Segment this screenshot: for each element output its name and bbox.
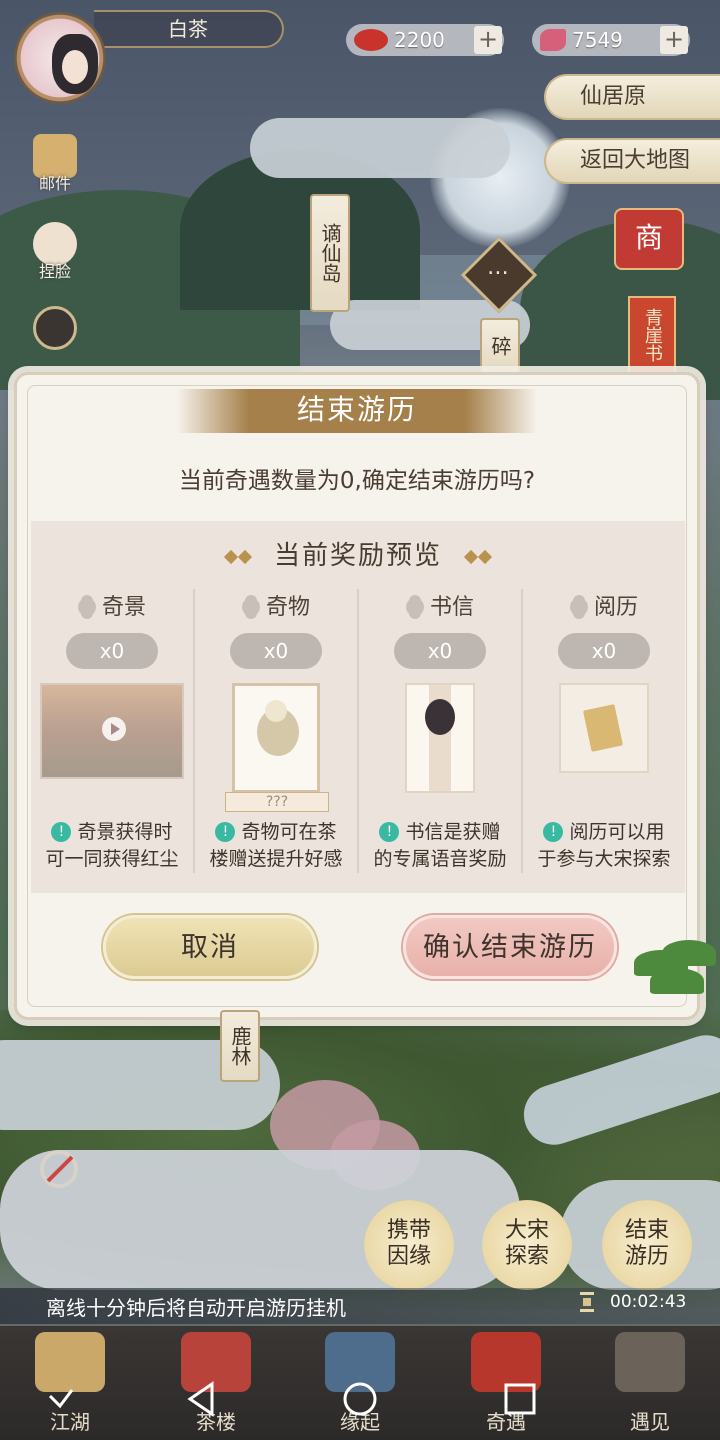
reward-name: 奇物 <box>265 595 310 620</box>
reward-scenery: 奇景 x0 ! 奇景获得时 可一同获得红尘 <box>31 589 193 873</box>
reward-count: x0 <box>394 633 486 669</box>
crest-icon <box>33 306 77 350</box>
player-name[interactable]: 白茶 <box>94 10 284 48</box>
return-map-button[interactable]: 返回大地图 <box>544 138 720 184</box>
song-explore-button[interactable]: 大宋 探索 <box>482 1200 572 1290</box>
map-label-forest[interactable]: 鹿林 <box>220 1010 260 1082</box>
avatar-portrait <box>52 34 98 94</box>
back-icon[interactable] <box>187 1381 214 1417</box>
info-icon: ! <box>215 822 236 842</box>
experience-thumbnail[interactable] <box>559 683 649 773</box>
reward-count: x0 <box>66 633 158 669</box>
curio-thumbnail[interactable]: ??? <box>225 683 329 812</box>
portrait-icon <box>425 699 455 735</box>
reward-name: 奇景 <box>101 595 146 620</box>
reward-description: ! 奇物可在茶 楼赠送提升好感 <box>209 821 343 870</box>
end-journey-button[interactable]: 结束 游历 <box>602 1200 692 1290</box>
flower-icon <box>77 598 96 616</box>
reward-name: 阅历 <box>593 595 638 620</box>
pine-decoration <box>628 940 718 1020</box>
reward-description: ! 书信是获赠 的专属语音奖励 <box>373 821 507 870</box>
face-edit-label: 捏脸 <box>38 262 71 281</box>
settings-button[interactable] <box>24 306 86 368</box>
info-icon: ! <box>51 822 72 842</box>
scenery-thumbnail[interactable] <box>40 683 184 779</box>
reward-title: 当前奖励预览 <box>31 535 685 572</box>
confirm-end-journey-button[interactable]: 确认结束游历 <box>403 915 617 979</box>
pink-butterfly-icon <box>540 29 566 51</box>
resource-butterfly: 7549 + <box>532 24 690 56</box>
hourglass-icon <box>580 1292 594 1312</box>
flower-icon <box>569 598 588 616</box>
reward-title-text: 当前奖励预览 <box>273 541 442 571</box>
map-label-partial[interactable]: 碎 <box>480 318 520 374</box>
reward-experience: 阅历 x0 ! 阅历可以用 于参与大宋探索 <box>521 589 685 873</box>
reward-description: ! 奇景获得时 可一同获得红尘 <box>45 821 179 870</box>
red-bean-count: 2200 <box>394 28 445 52</box>
dialog-title: 结束游历 <box>177 389 537 433</box>
current-area-button[interactable]: 仙居原 <box>544 74 720 120</box>
system-nav-bar <box>48 1381 536 1417</box>
token-icon <box>582 704 624 752</box>
reward-name: 书信 <box>429 595 474 620</box>
flower-icon <box>241 598 260 616</box>
resource-red-bean: 2200 + <box>346 24 504 56</box>
reward-count: x0 <box>558 633 650 669</box>
reward-preview-panel: 当前奖励预览 奇景 x0 ! 奇景获得时 可一同获得红尘 奇物 x0 ??? !… <box>31 521 685 893</box>
reward-letter: 书信 x0 ! 书信是获赠 的专属语音奖励 <box>357 589 521 873</box>
shop-button[interactable]: 商 <box>614 208 684 270</box>
mail-button[interactable]: 邮件 <box>24 134 86 196</box>
end-journey-dialog: 结束游历 当前奇遇数量为0,确定结束游历吗? 当前奖励预览 奇景 x0 ! 奇景获… <box>14 372 700 1020</box>
letter-thumbnail[interactable] <box>405 683 475 793</box>
carry-fate-button[interactable]: 携带 因缘 <box>364 1200 454 1290</box>
dialog-question: 当前奇遇数量为0,确定结束游历吗? <box>178 468 536 494</box>
map-label-isle[interactable]: 谪仙岛 <box>310 194 350 312</box>
flower-icon <box>405 598 424 616</box>
add-red-bean-button[interactable]: + <box>474 26 502 54</box>
mail-label: 邮件 <box>38 174 71 193</box>
butterfly-count: 7549 <box>572 28 623 52</box>
mute-icon[interactable] <box>40 1150 78 1188</box>
add-butterfly-button[interactable]: + <box>660 26 688 54</box>
recents-icon[interactable] <box>504 1383 536 1415</box>
info-icon: ! <box>379 822 400 842</box>
player-avatar[interactable] <box>14 12 106 104</box>
chat-icon: ⋯ <box>486 260 509 286</box>
journey-timer: 00:02:43 <box>610 1292 687 1312</box>
play-icon <box>102 717 126 741</box>
book-button[interactable]: 青崖书 <box>628 296 676 374</box>
red-bean-icon <box>354 29 388 51</box>
home-icon[interactable] <box>343 1382 377 1416</box>
cancel-button[interactable]: 取消 <box>103 915 317 979</box>
info-icon: ! <box>543 822 564 842</box>
bird-icon <box>257 700 299 756</box>
reward-count: x0 <box>230 633 322 669</box>
face-edit-button[interactable]: 捏脸 <box>24 222 86 284</box>
offline-notice: 离线十分钟后将自动开启游历挂机 <box>46 1296 346 1320</box>
reward-curio: 奇物 x0 ??? ! 奇物可在茶 楼赠送提升好感 <box>193 589 357 873</box>
reward-description: ! 阅历可以用 于参与大宋探索 <box>537 821 671 870</box>
collapse-icon[interactable] <box>48 1389 74 1409</box>
curio-caption: ??? <box>225 792 329 812</box>
